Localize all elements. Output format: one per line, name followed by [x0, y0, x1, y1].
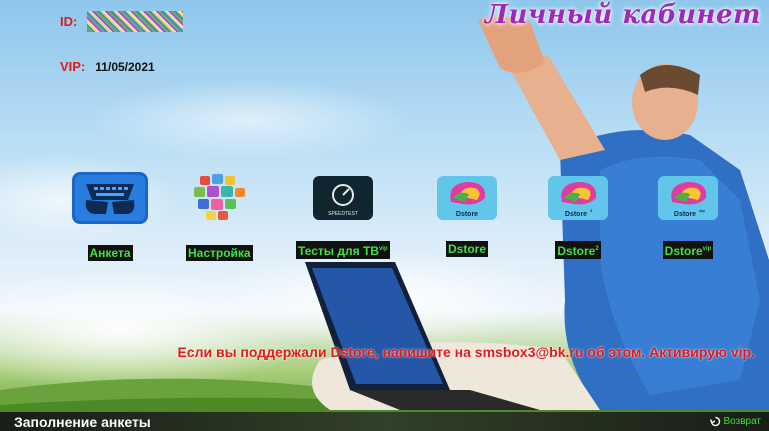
dstore-vip-icon: Dstore vip [658, 176, 718, 225]
app-tiles: Анкета Настройка SPEEDTEST Тесты для ТВv… [0, 172, 769, 262]
tile-dstore-vip[interactable]: Dstore vip Dstorevip [658, 176, 718, 259]
tile-dstore-vip-sup: vip [702, 246, 712, 252]
back-button-label: Возврат [723, 416, 762, 427]
id-label: ID: [60, 14, 78, 29]
tile-tv-tests-label: Тесты для ТВvip [296, 241, 390, 259]
tile-settings-label: Настройка [186, 245, 253, 261]
tile-tv-tests-text: Тесты для ТВ [298, 244, 379, 258]
tile-dstore-2-text: Dstore [557, 244, 596, 258]
back-arrow-icon [709, 416, 720, 427]
speedtest-text: SPEEDTEST [328, 211, 358, 217]
page-title: Личный кабинет [485, 0, 761, 30]
tile-dstore-2-label: Dstore2 [555, 241, 601, 259]
vip-row: VIP: 11/05/2021 [60, 59, 155, 74]
tile-dstore-label: Dstore [445, 241, 488, 257]
dstore2-icon: Dstore 2 [548, 176, 608, 225]
id-captcha-image [87, 11, 184, 32]
tile-tv-tests-sup: vip [378, 246, 388, 252]
bottom-bar: Заполнение анкеты Возврат [0, 412, 769, 431]
id-row: ID: [60, 11, 184, 32]
apps-cube-icon [186, 172, 252, 229]
footer-title: Заполнение анкеты [14, 413, 151, 430]
tile-anketa[interactable]: Анкета [72, 172, 148, 261]
vip-label: VIP: [60, 59, 86, 74]
dstore-vip-badge: Dstore [674, 211, 696, 218]
tile-settings[interactable]: Настройка [186, 172, 253, 261]
dstore-icon: Dstore [437, 176, 497, 225]
vip-notice: Если вы поддержали Dstore, напишите на s… [177, 344, 755, 360]
tile-tv-tests[interactable]: SPEEDTEST Тесты для ТВvip [296, 176, 390, 259]
dstore2-badge: Dstore [565, 211, 587, 218]
tile-dstore-vip-text: Dstore [664, 244, 703, 258]
tile-dstore-2-sup: 2 [595, 246, 599, 252]
tile-dstore-vip-label: Dstorevip [662, 241, 714, 259]
speedtest-icon: SPEEDTEST [312, 176, 373, 225]
tile-anketa-label: Анкета [87, 245, 133, 261]
dstore-badge: Dstore [456, 211, 478, 218]
back-button[interactable]: Возврат [709, 416, 762, 427]
keyboard-icon [72, 172, 148, 229]
tile-dstore[interactable]: Dstore Dstore [437, 176, 497, 257]
tile-dstore-2[interactable]: Dstore 2 Dstore2 [548, 176, 608, 259]
dstore-vip-badge-sup: vip [699, 208, 705, 213]
vip-date: 11/05/2021 [95, 60, 155, 74]
